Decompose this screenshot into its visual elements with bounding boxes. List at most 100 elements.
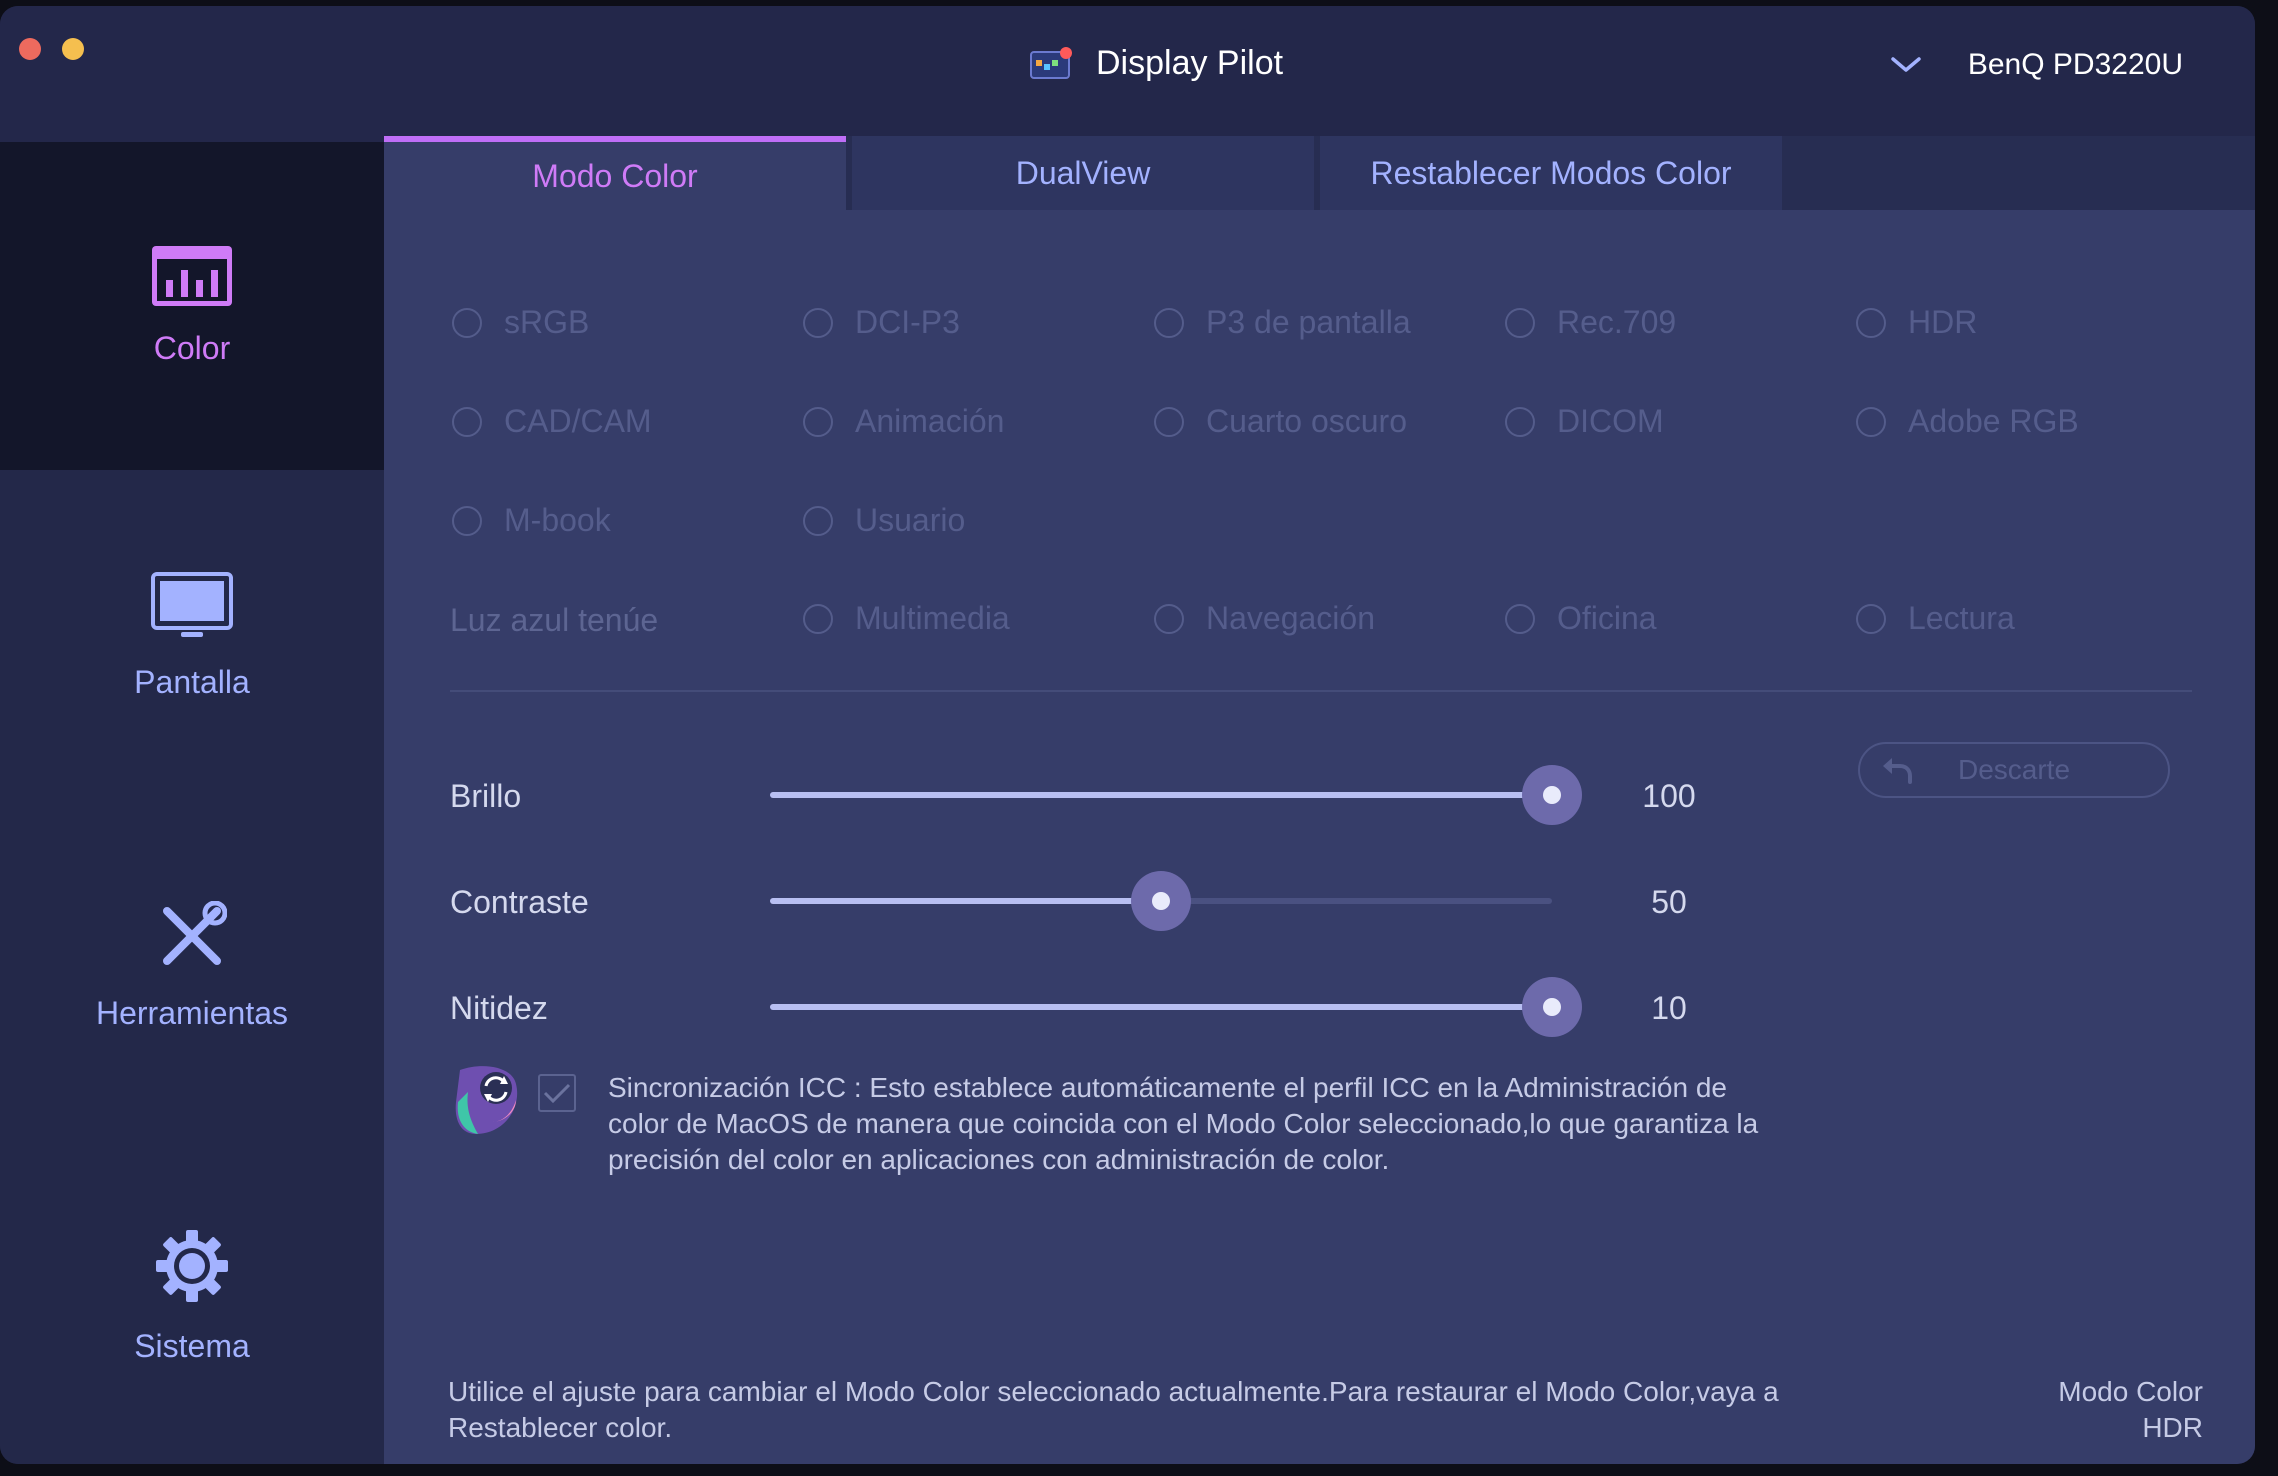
monitor-selector[interactable]: BenQ PD3220U xyxy=(1890,48,2183,82)
color-chart-icon xyxy=(152,245,232,306)
discard-button[interactable]: Descarte xyxy=(1858,742,2170,798)
radio-label: P3 de pantalla xyxy=(1206,304,1411,340)
brightness-value: 100 xyxy=(1642,778,1696,814)
radio-srgb[interactable]: sRGB xyxy=(452,304,589,341)
radio-circle xyxy=(1505,406,1535,437)
tab-bar: Modo Color DualView Restablecer Modos Co… xyxy=(384,136,2255,210)
radio-label: DICOM xyxy=(1557,403,1664,439)
close-window-button[interactable] xyxy=(19,38,41,60)
sidebar-item-herramientas[interactable]: Herramientas xyxy=(0,802,384,1130)
sidebar-item-label: Color xyxy=(153,329,231,366)
sidebar: Color Pantalla Herramientas Sistema xyxy=(0,142,384,1464)
sidebar-item-color[interactable]: Color xyxy=(0,142,384,470)
main-panel: Modo Color DualView Restablecer Modos Co… xyxy=(384,136,2255,1464)
monitor-name: BenQ PD3220U xyxy=(1967,48,2183,81)
sidebar-item-pantalla[interactable]: Pantalla xyxy=(0,472,384,800)
radio-circle xyxy=(452,406,482,437)
slider-fill xyxy=(770,1004,1552,1010)
radio-circle xyxy=(803,406,833,437)
radio-circle xyxy=(1856,406,1886,437)
brightness-slider[interactable] xyxy=(770,765,1582,825)
icc-sync-icon xyxy=(455,1066,518,1134)
slider-thumb-dot xyxy=(1543,786,1561,804)
display-pilot-logo-icon xyxy=(1030,46,1072,79)
radio-label: Animación xyxy=(855,403,1005,439)
title-bar: Display Pilot BenQ PD3220U xyxy=(0,6,2255,142)
radio-label: CAD/CAM xyxy=(504,403,652,439)
sidebar-item-sistema[interactable]: Sistema xyxy=(0,1132,384,1460)
radio-usuario[interactable]: Usuario xyxy=(803,502,965,539)
sidebar-item-label: Pantalla xyxy=(134,663,250,700)
contrast-label: Contraste xyxy=(450,884,589,920)
slider-thumb-dot xyxy=(1152,892,1170,910)
radio-oficina[interactable]: Oficina xyxy=(1505,600,1657,637)
radio-lectura[interactable]: Lectura xyxy=(1856,600,2015,637)
radio-circle xyxy=(1154,603,1184,634)
checkmark-icon xyxy=(543,1083,571,1104)
contrast-slider[interactable] xyxy=(770,871,1552,931)
sidebar-item-label: Herramientas xyxy=(95,994,289,1031)
radio-dci-p3[interactable]: DCI-P3 xyxy=(803,304,960,341)
contrast-value: 50 xyxy=(1651,884,1687,920)
tab-dualview[interactable]: DualView xyxy=(852,136,1314,210)
radio-label: Rec.709 xyxy=(1557,304,1677,340)
low-blue-light-label: Luz azul tenúe xyxy=(450,602,659,638)
radio-circle xyxy=(452,307,482,338)
radio-circle xyxy=(1505,307,1535,338)
current-mode-value: HDR xyxy=(2142,1412,2203,1443)
radio-circle xyxy=(1505,603,1535,634)
minimize-window-button[interactable] xyxy=(62,38,84,60)
radio-navegacion[interactable]: Navegación xyxy=(1154,600,1375,637)
current-mode-label: Modo Color xyxy=(2058,1376,2203,1407)
radio-rec709[interactable]: Rec.709 xyxy=(1505,304,1676,341)
radio-label: HDR xyxy=(1908,304,1978,340)
slider-thumb[interactable] xyxy=(1522,765,1582,825)
radio-animacion[interactable]: Animación xyxy=(803,403,1004,440)
sharpness-value: 10 xyxy=(1651,990,1687,1026)
sharpness-label: Nitidez xyxy=(450,990,548,1026)
radio-p3-de-pantalla[interactable]: P3 de pantalla xyxy=(1154,304,1411,341)
radio-circle xyxy=(803,603,833,634)
current-mode-info: Modo Color HDR xyxy=(2058,1374,2203,1446)
radio-circle xyxy=(1856,603,1886,634)
radio-label: sRGB xyxy=(504,304,590,340)
app-title-group: Display Pilot xyxy=(1030,44,1283,83)
tab-restablecer-modos-color[interactable]: Restablecer Modos Color xyxy=(1320,136,1782,210)
radio-circle xyxy=(1154,307,1184,338)
radio-label: DCI-P3 xyxy=(855,304,960,340)
radio-label: M-book xyxy=(504,502,611,538)
slider-thumb[interactable] xyxy=(1131,871,1191,931)
sidebar-item-label: Sistema xyxy=(134,1327,250,1364)
radio-circle xyxy=(803,505,833,536)
icc-sync-checkbox[interactable] xyxy=(538,1074,576,1112)
radio-adobe-rgb[interactable]: Adobe RGB xyxy=(1856,403,2079,440)
radio-m-book[interactable]: M-book xyxy=(452,502,611,539)
radio-circle xyxy=(1154,406,1184,437)
radio-circle xyxy=(1856,307,1886,338)
radio-circle xyxy=(452,505,482,536)
radio-label: Adobe RGB xyxy=(1908,403,2079,439)
radio-cuarto-oscuro[interactable]: Cuarto oscuro xyxy=(1154,403,1407,440)
radio-cad-cam[interactable]: CAD/CAM xyxy=(452,403,652,440)
radio-label: Lectura xyxy=(1908,600,2015,636)
radio-label: Multimedia xyxy=(855,600,1010,636)
radio-label: Cuarto oscuro xyxy=(1206,403,1407,439)
app-window: Display Pilot BenQ PD3220U Color Pantall… xyxy=(0,6,2255,1464)
radio-label: Navegación xyxy=(1206,600,1375,636)
tab-modo-color[interactable]: Modo Color xyxy=(384,136,846,210)
tools-icon xyxy=(163,900,227,965)
divider xyxy=(450,690,2192,692)
radio-circle xyxy=(803,307,833,338)
radio-label: Usuario xyxy=(855,502,966,538)
radio-label: Oficina xyxy=(1557,600,1657,636)
radio-multimedia[interactable]: Multimedia xyxy=(803,600,1010,637)
gear-icon xyxy=(156,1229,228,1302)
brightness-label: Brillo xyxy=(450,778,522,814)
sharpness-slider[interactable] xyxy=(770,977,1582,1037)
chevron-down-icon[interactable] xyxy=(1890,55,1922,75)
app-title: Display Pilot xyxy=(1096,44,1284,82)
slider-thumb[interactable] xyxy=(1522,977,1582,1037)
radio-dicom[interactable]: DICOM xyxy=(1505,403,1664,440)
undo-icon xyxy=(1883,758,1912,784)
radio-hdr[interactable]: HDR xyxy=(1856,304,1977,341)
